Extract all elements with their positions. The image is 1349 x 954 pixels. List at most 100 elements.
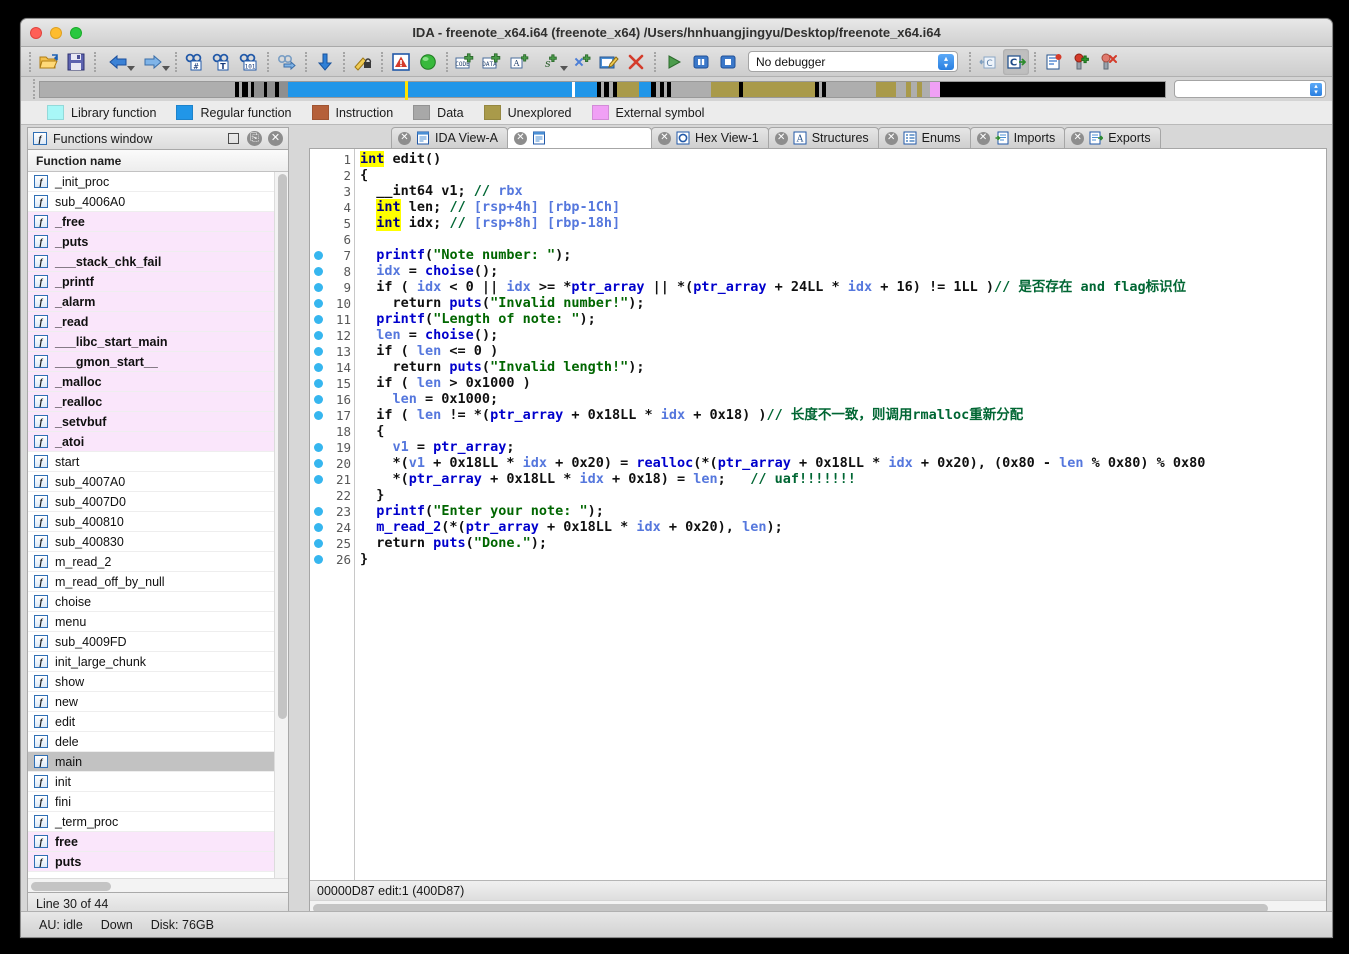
line-number[interactable]: 10 xyxy=(310,295,354,311)
decompile-prev-icon[interactable]: C xyxy=(976,49,1002,75)
list-item[interactable]: f ___stack_chk_fail xyxy=(28,252,274,272)
forward-arrow-icon[interactable] xyxy=(136,49,170,75)
list-item[interactable]: f new xyxy=(28,692,274,712)
list-item[interactable]: f ___libc_start_main xyxy=(28,332,274,352)
notepad-icon[interactable] xyxy=(1041,49,1067,75)
line-number[interactable]: 24 xyxy=(310,519,354,535)
code-line[interactable]: int len; // [rsp+4h] [rbp-1Ch] xyxy=(355,199,1326,215)
down-arrow-icon[interactable] xyxy=(312,49,338,75)
save-icon[interactable] xyxy=(63,49,89,75)
list-item[interactable]: f choise xyxy=(28,592,274,612)
line-number[interactable]: 9 xyxy=(310,279,354,295)
line-number[interactable]: 7 xyxy=(310,247,354,263)
jump-address-input[interactable]: ▴ ▾ xyxy=(1174,80,1326,98)
list-item[interactable]: f _puts xyxy=(28,232,274,252)
code-line[interactable]: } xyxy=(355,551,1326,567)
dock-button[interactable] xyxy=(226,131,241,146)
line-number[interactable]: 16 xyxy=(310,391,354,407)
code-line[interactable]: len = choise(); xyxy=(355,327,1326,343)
list-item[interactable]: f sub_4006A0 xyxy=(28,192,274,212)
close-panel-button[interactable]: ✕ xyxy=(268,131,283,146)
open-file-icon[interactable] xyxy=(36,49,62,75)
chevron-down-icon[interactable] xyxy=(560,65,568,71)
close-icon[interactable]: ✕ xyxy=(1071,131,1085,145)
chevron-updown-icon[interactable]: ▴ ▾ xyxy=(938,54,954,70)
code-line[interactable]: return puts("Invalid length!"); xyxy=(355,359,1326,375)
breakpoint-dot-icon[interactable] xyxy=(314,555,323,564)
list-item[interactable]: f ___gmon_start__ xyxy=(28,352,274,372)
make-data-icon[interactable]: DATA xyxy=(480,49,506,75)
tab-exports[interactable]: ✕ Exports xyxy=(1064,127,1161,148)
code-line[interactable]: return puts("Done."); xyxy=(355,535,1326,551)
list-item[interactable]: f _realloc xyxy=(28,392,274,412)
line-number[interactable]: 25 xyxy=(310,535,354,551)
list-item[interactable]: f _init_proc xyxy=(28,172,274,192)
code-line[interactable]: if ( len <= 0 ) xyxy=(355,343,1326,359)
line-number[interactable]: 12 xyxy=(310,327,354,343)
line-number[interactable]: 2 xyxy=(310,167,354,183)
list-item[interactable]: f init xyxy=(28,772,274,792)
list-item[interactable]: f _malloc xyxy=(28,372,274,392)
line-number[interactable]: 26 xyxy=(310,551,354,567)
scroll-thumb[interactable] xyxy=(31,882,111,891)
code-line[interactable]: printf("Enter your note: "); xyxy=(355,503,1326,519)
tab-pseudocode[interactable]: ✕ xyxy=(507,127,652,148)
list-item[interactable]: f _free xyxy=(28,212,274,232)
code-line[interactable]: idx = choise(); xyxy=(355,263,1326,279)
list-item[interactable]: f puts xyxy=(28,852,274,872)
breakpoint-dot-icon[interactable] xyxy=(314,267,323,276)
close-icon[interactable]: ✕ xyxy=(884,131,898,145)
line-number[interactable]: 6 xyxy=(310,231,354,247)
tab-imports[interactable]: ✕ Imports xyxy=(969,127,1066,148)
line-number[interactable]: 1 xyxy=(310,151,354,167)
code-line[interactable]: __int64 v1; // rbx xyxy=(355,183,1326,199)
code-line[interactable]: len = 0x1000; xyxy=(355,391,1326,407)
code-line[interactable]: *(ptr_array + 0x18LL * idx + 0x18) = len… xyxy=(355,471,1326,487)
lock-pen-icon[interactable] xyxy=(350,49,376,75)
back-arrow-icon[interactable] xyxy=(101,49,135,75)
breakpoint-dot-icon[interactable] xyxy=(314,507,323,516)
chevron-updown-icon[interactable]: ▴ ▾ xyxy=(1310,83,1322,96)
undefine-icon[interactable] xyxy=(569,49,595,75)
breakpoint-dot-icon[interactable] xyxy=(314,395,323,404)
code-line[interactable]: if ( len > 0x1000 ) xyxy=(355,375,1326,391)
edit-function-icon[interactable] xyxy=(596,49,622,75)
line-number[interactable]: 5 xyxy=(310,215,354,231)
pseudocode-view[interactable]: 1 2 3 4 5 6 7 8 9 10 11 12 13 14 15 16 17 18 19 20 21 22 23 24 2… xyxy=(309,148,1327,915)
search-text-icon[interactable]: T xyxy=(209,49,235,75)
code-line[interactable]: } xyxy=(355,487,1326,503)
make-ascii-icon[interactable]: A xyxy=(507,49,533,75)
close-icon[interactable]: ✕ xyxy=(976,131,990,145)
close-icon[interactable]: ✕ xyxy=(398,131,411,145)
chevron-down-icon[interactable] xyxy=(127,65,135,71)
breakpoint-dot-icon[interactable] xyxy=(314,475,323,484)
navigation-band[interactable] xyxy=(39,80,1166,100)
code-line[interactable]: *(v1 + 0x18LL * idx + 0x20) = realloc(*(… xyxy=(355,455,1326,471)
breakpoint-dot-icon[interactable] xyxy=(314,523,323,532)
window-controls[interactable] xyxy=(30,27,82,39)
stop-icon[interactable] xyxy=(715,49,741,75)
tab-ida-view-a[interactable]: ✕ IDA View-A xyxy=(391,127,508,148)
code-line[interactable]: { xyxy=(355,423,1326,439)
close-icon[interactable]: ✕ xyxy=(514,131,527,145)
green-sphere-icon[interactable] xyxy=(415,49,441,75)
function-name-column-header[interactable]: Function name xyxy=(28,150,288,172)
line-number[interactable]: 21 xyxy=(310,471,354,487)
delete-icon[interactable] xyxy=(623,49,649,75)
list-item[interactable]: f sub_400830 xyxy=(28,532,274,552)
minimize-window-button[interactable] xyxy=(50,27,62,39)
code-line[interactable]: int idx; // [rsp+8h] [rbp-18h] xyxy=(355,215,1326,231)
line-number[interactable]: 15 xyxy=(310,375,354,391)
pseudocode-text[interactable]: int edit(){ __int64 v1; // rbx int len; … xyxy=(354,149,1326,880)
list-item[interactable]: f m_read_2 xyxy=(28,552,274,572)
breakpoint-dot-icon[interactable] xyxy=(314,539,323,548)
code-line[interactable]: printf("Length of note: "); xyxy=(355,311,1326,327)
run-icon[interactable] xyxy=(661,49,687,75)
function-list[interactable]: f _init_proc f sub_4006A0 f _free f _puts f ___st… xyxy=(28,172,274,878)
line-number[interactable]: 4 xyxy=(310,199,354,215)
decompile-icon[interactable]: C xyxy=(1003,48,1029,75)
list-item[interactable]: f _alarm xyxy=(28,292,274,312)
debugger-select[interactable]: No debugger ▴ ▾ xyxy=(748,51,958,72)
list-item[interactable]: f _term_proc xyxy=(28,812,274,832)
search-code-icon[interactable]: # xyxy=(182,49,208,75)
